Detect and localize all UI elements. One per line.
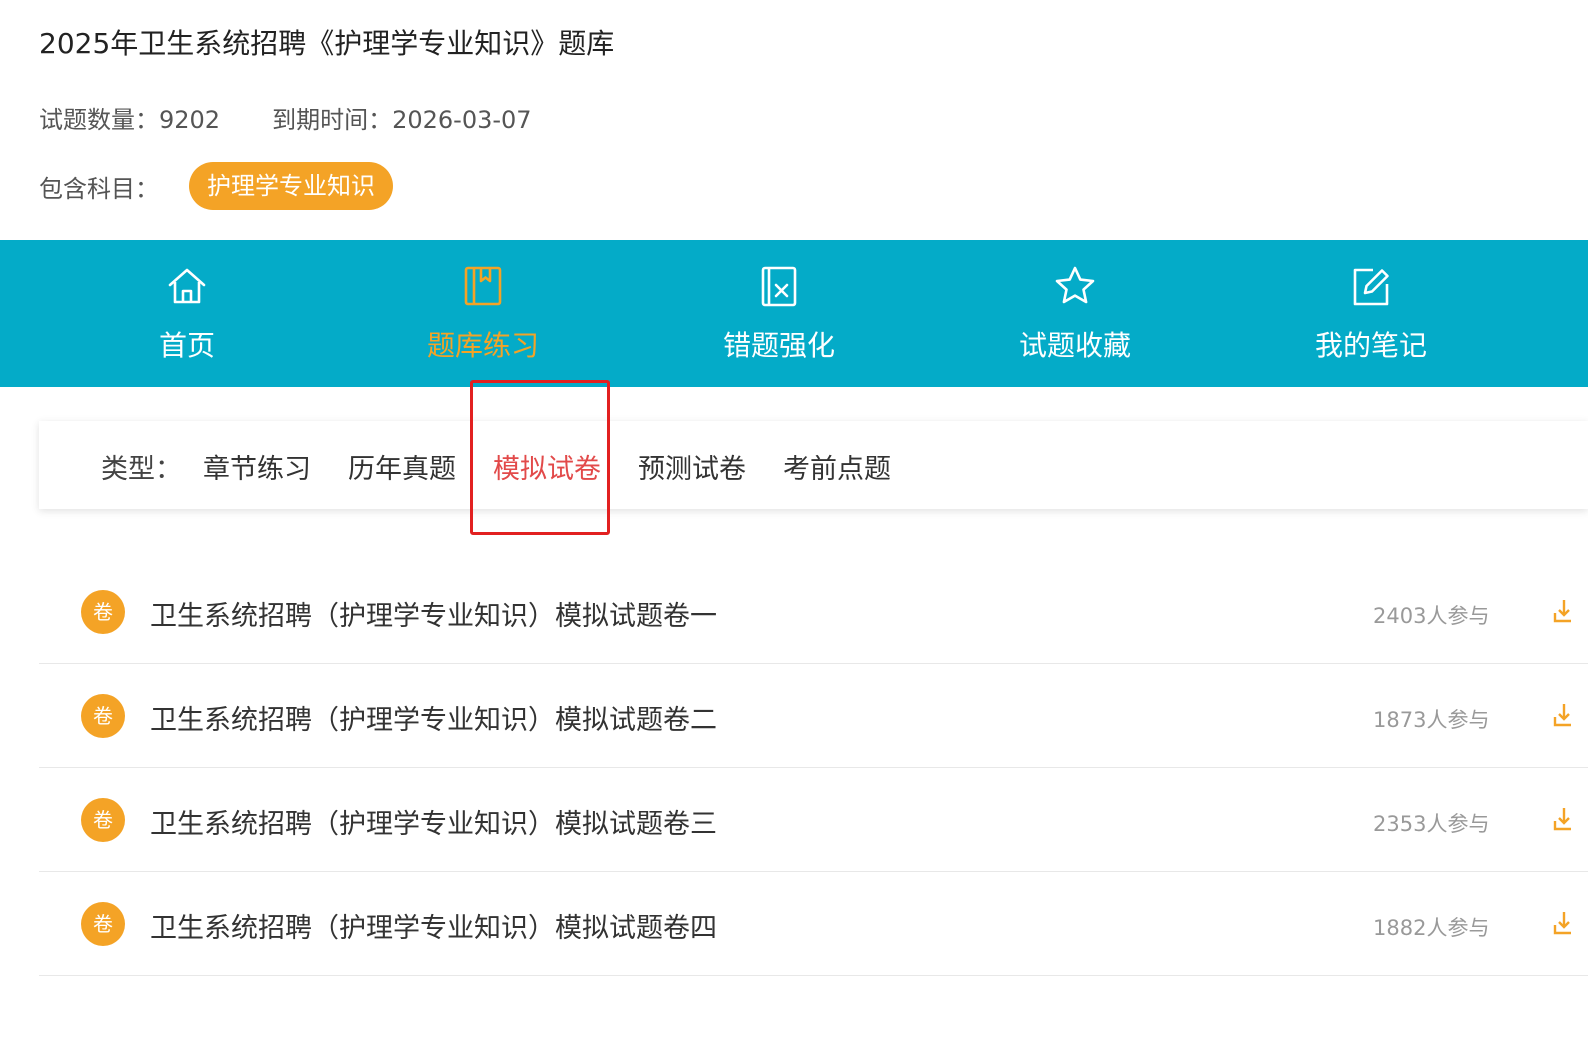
download-icon[interactable]: [1553, 702, 1571, 728]
question-count: 9202: [159, 106, 221, 134]
nav-item-notes[interactable]: 我的笔记: [1261, 240, 1481, 387]
type-past-exams[interactable]: 历年真题: [348, 447, 456, 486]
paper-title[interactable]: 卫生系统招聘（护理学专业知识）模拟试题卷一: [150, 594, 717, 633]
subjects-row: 包含科目： 护理学专业知识: [39, 162, 393, 210]
edit-note-icon: [1353, 268, 1389, 306]
download-icon[interactable]: [1553, 598, 1571, 624]
download-icon[interactable]: [1553, 806, 1571, 832]
nav-item-practice[interactable]: 题库练习: [373, 240, 593, 387]
paper-badge: 卷: [81, 590, 125, 634]
nav-item-home[interactable]: 首页: [77, 240, 297, 387]
question-count-label: 试题数量：: [39, 106, 159, 134]
subjects-label: 包含科目：: [39, 174, 159, 203]
paper-badge: 卷: [81, 694, 125, 738]
type-mock-exams[interactable]: 模拟试卷: [493, 447, 601, 486]
book-icon: [464, 266, 502, 306]
nav-item-wrong-questions[interactable]: 错题强化: [669, 240, 889, 387]
expiry-label: 到期时间：: [272, 106, 393, 134]
list-item[interactable]: 卷 卫生系统招聘（护理学专业知识）模拟试题卷四 1882人参与: [39, 872, 1588, 976]
nav-item-label: 我的笔记: [1314, 329, 1427, 362]
list-item[interactable]: 卷 卫生系统招聘（护理学专业知识）模拟试题卷二 1873人参与: [39, 664, 1588, 768]
list-item[interactable]: 卷 卫生系统招聘（护理学专业知识）模拟试题卷一 2403人参与: [39, 560, 1588, 664]
participant-count: 2403人参与: [1373, 604, 1490, 628]
star-icon: [1055, 266, 1095, 304]
paper-badge: 卷: [81, 902, 125, 946]
paper-badge: 卷: [81, 798, 125, 842]
subject-tag[interactable]: 护理学专业知识: [189, 162, 393, 210]
expiry-date: 2026-03-07: [392, 106, 532, 134]
home-icon: [168, 268, 206, 304]
download-icon[interactable]: [1553, 910, 1571, 936]
type-pre-exam-tips[interactable]: 考前点题: [783, 447, 891, 486]
nav-item-label: 首页: [158, 329, 215, 362]
nav-item-label: 错题强化: [722, 329, 835, 362]
nav-item-label: 题库练习: [426, 329, 539, 362]
wrong-question-icon: [761, 266, 797, 307]
paper-title[interactable]: 卫生系统招聘（护理学专业知识）模拟试题卷四: [150, 906, 717, 945]
nav-item-label: 试题收藏: [1018, 329, 1131, 362]
type-filter-bar: 类型： 章节练习 历年真题 模拟试卷 预测试卷 考前点题: [39, 421, 1588, 509]
participant-count: 1882人参与: [1373, 916, 1490, 940]
page-title: 2025年卫生系统招聘《护理学专业知识》题库: [39, 27, 615, 60]
nav-item-favorites[interactable]: 试题收藏: [965, 240, 1185, 387]
participant-count: 2353人参与: [1373, 812, 1490, 836]
exam-meta: 试题数量：9202 到期时间：2026-03-07: [39, 100, 532, 135]
main-nav: 首页 题库练习 错题强化 试题收藏 我的笔记: [0, 240, 1588, 387]
type-predicted-exams[interactable]: 预测试卷: [638, 447, 746, 486]
paper-title[interactable]: 卫生系统招聘（护理学专业知识）模拟试题卷二: [150, 698, 717, 737]
participant-count: 1873人参与: [1373, 708, 1490, 732]
paper-list: 卷 卫生系统招聘（护理学专业知识）模拟试题卷一 2403人参与 卷 卫生系统招聘…: [39, 560, 1588, 976]
type-label: 类型：: [101, 454, 182, 485]
list-item[interactable]: 卷 卫生系统招聘（护理学专业知识）模拟试题卷三 2353人参与: [39, 768, 1588, 872]
paper-title[interactable]: 卫生系统招聘（护理学专业知识）模拟试题卷三: [150, 802, 717, 841]
type-chapter-practice[interactable]: 章节练习: [203, 447, 311, 486]
